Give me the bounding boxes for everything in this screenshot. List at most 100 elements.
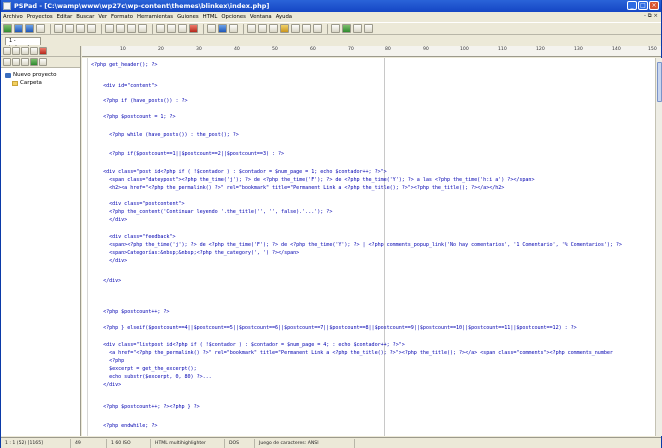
properties-icon[interactable] [30,58,38,66]
status-bar: 1 : 1 (52) [1165] 49 1 60 ISO HTML multi… [1,437,661,448]
collapse-icon[interactable] [12,58,20,66]
tab-index-php[interactable]: 1 - index.php [5,37,41,51]
validate-icon[interactable] [342,24,351,33]
ruler-label: 50 [272,47,278,52]
scrollbar-thumb[interactable] [657,62,662,102]
menu-archivo[interactable]: Archivo [3,14,23,20]
editor-gutter[interactable] [82,58,88,436]
delete-icon[interactable] [189,24,198,33]
indent-icon[interactable] [247,24,256,33]
print-icon[interactable] [54,24,63,33]
outdent-icon[interactable] [258,24,267,33]
find-in-files-icon[interactable] [127,24,136,33]
project-toolbar [1,46,80,57]
toolbar-separator [327,23,328,34]
code-line: <?php endwhile; ?> [91,423,158,429]
add-file-icon[interactable] [30,47,38,55]
file-tab-bar: 1 - index.php [1,36,661,51]
browser-preview-icon[interactable] [218,24,227,33]
settings-icon[interactable] [364,24,373,33]
code-line: <?php [91,358,125,364]
code-line: <?php get_header(); ?> [91,62,158,68]
ruler-label: 40 [234,47,240,52]
new-file-icon[interactable] [3,24,12,33]
vertical-scrollbar[interactable] [655,58,662,436]
tools-icon[interactable] [39,58,47,66]
tree-node-label: Nuevo proyecto [13,72,57,78]
code-editor[interactable]: <?php get_header(); ?> <div id="content"… [82,58,655,436]
mdi-controls[interactable]: - ⧉ × [644,13,658,20]
folder-icon [12,80,18,86]
toolbar-separator [203,23,204,34]
bold-icon[interactable] [291,24,300,33]
menu-formato[interactable]: Formato [111,14,133,20]
close-button[interactable]: × [649,1,659,10]
cut-icon[interactable] [156,24,165,33]
menu-ayuda[interactable]: Ayuda [276,14,292,20]
comment-icon[interactable] [229,24,238,33]
tree-node-project[interactable]: Nuevo proyecto [1,71,80,79]
app-window: PSPad - [C:\wamp\www\wp27c\wp-content\th… [0,0,662,448]
color-icon[interactable] [331,24,340,33]
open-file-icon[interactable] [14,24,23,33]
code-line: <?php } elseif($postcount==4||$postcount… [91,325,577,331]
maximize-button[interactable]: □ [638,1,648,10]
menu-proyectos[interactable]: Proyectos [27,14,53,20]
search-icon[interactable] [105,24,114,33]
status-encoding: 1 60 ISO [107,438,151,448]
code-line: <?php $postcount = 1; ?> [91,114,176,120]
code-line: <?php while (have_posts()) : the_post();… [91,132,239,138]
redo-icon[interactable] [87,24,96,33]
toolbar-separator [50,23,51,34]
refresh-icon[interactable] [21,58,29,66]
undo-icon[interactable] [76,24,85,33]
menu-html[interactable]: HTML [203,14,218,20]
remove-file-icon[interactable] [39,47,47,55]
paste-icon[interactable] [178,24,187,33]
ftp-icon[interactable] [353,24,362,33]
code-line: </div> [91,382,122,388]
menu-ver[interactable]: Ver [98,14,107,20]
save-project-icon[interactable] [21,47,29,55]
code-line: <span><?php the_time('j'); ?> de <?php t… [91,242,622,248]
preview-icon[interactable] [65,24,74,33]
expand-icon[interactable] [3,58,11,66]
menu-herramientas[interactable]: Herramientas [137,14,173,20]
ruler-label: 140 [612,47,621,52]
minimize-button[interactable]: _ [627,1,637,10]
title-bar[interactable]: PSPad - [C:\wamp\www\wp27c\wp-content\th… [1,0,661,12]
menu-buscar[interactable]: Buscar [76,14,94,20]
app-icon [3,2,11,10]
ruler: 10 20 30 40 50 60 70 80 90 100 110 120 1… [82,46,661,57]
status-charset: Juego de caracteres: ANSI [255,438,355,448]
save-all-icon[interactable] [36,24,45,33]
replace-icon[interactable] [116,24,125,33]
ruler-label: 150 [648,47,657,52]
code-line: <?php $postcount++; ?><?php } ?> [91,404,200,410]
project-toolbar-secondary [1,57,80,68]
save-icon[interactable] [25,24,34,33]
goto-line-icon[interactable] [138,24,147,33]
italic-icon[interactable] [302,24,311,33]
ruler-label: 90 [423,47,429,52]
tree-node-folder[interactable]: Carpeta [1,79,80,87]
wrap-icon[interactable] [207,24,216,33]
highlight-icon[interactable] [280,24,289,33]
menu-guiones[interactable]: Guiones [177,14,199,20]
toolbar-separator [152,23,153,34]
menu-ventana[interactable]: Ventana [250,14,272,20]
ruler-label: 60 [310,47,316,52]
menu-editar[interactable]: Editar [57,14,73,20]
code-line: <?php the_content('Continuar leyendo '.t… [91,209,333,215]
ruler-label: 30 [196,47,202,52]
table-icon[interactable] [313,24,322,33]
bookmark-icon[interactable] [269,24,278,33]
window-title: PSPad - [C:\wamp\www\wp27c\wp-content\th… [14,2,270,10]
code-line: <div class="feedback"> [91,234,176,240]
status-code: 49 [71,438,107,448]
menu-opciones[interactable]: Opciones [221,14,246,20]
open-project-icon[interactable] [12,47,20,55]
copy-icon[interactable] [167,24,176,33]
new-project-icon[interactable] [3,47,11,55]
window-controls: _ □ × [627,1,659,10]
